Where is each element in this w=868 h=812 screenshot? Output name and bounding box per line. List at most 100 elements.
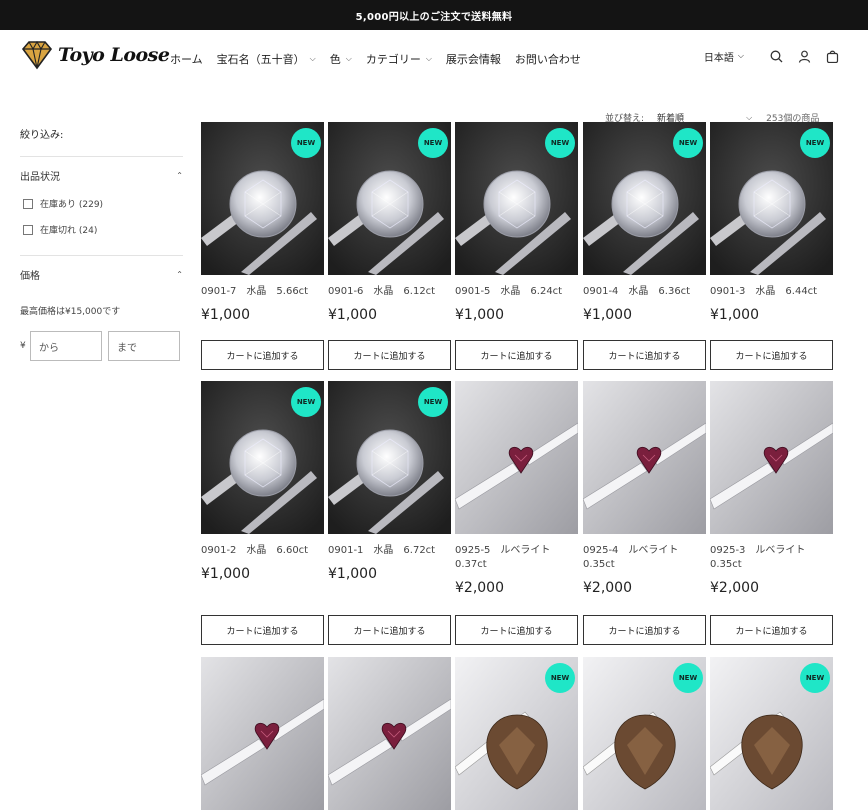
nav-label: ホーム — [170, 53, 203, 66]
placeholder: から — [39, 342, 59, 354]
chevron-down-icon: ⌵ — [345, 54, 352, 63]
cart-icon[interactable] — [824, 48, 840, 64]
filter-out-of-stock[interactable]: 在庫切れ (24) — [20, 223, 183, 236]
add-to-cart-button[interactable]: カートに追加する — [583, 615, 706, 645]
nav-label: お問い合わせ — [514, 53, 581, 66]
language-label: 日本語 — [703, 52, 734, 64]
add-to-cart-button[interactable]: カートに追加する — [328, 615, 451, 645]
product-card[interactable] — [328, 657, 451, 810]
divider — [20, 255, 183, 256]
product-title[interactable]: 0901-1 水晶 6.72ct — [328, 544, 451, 558]
price-from-input[interactable]: から — [30, 331, 102, 361]
checkbox[interactable] — [23, 198, 33, 209]
product-price: ¥1,000 — [201, 566, 250, 582]
product-price: ¥1,000 — [583, 307, 632, 323]
product-title[interactable]: 0925-4 ルベライト 0.35ct — [583, 544, 706, 572]
nav-label: 色 — [329, 53, 341, 66]
brand-logo[interactable]: Toyo Loose — [20, 40, 170, 70]
product-image[interactable]: NEW — [328, 122, 451, 275]
product-card[interactable]: NEW 0901-7 水晶 5.66ct ¥1,000 カートに追加する — [201, 122, 324, 370]
product-card[interactable]: NEW — [710, 657, 833, 810]
product-image[interactable]: NEW — [710, 657, 833, 810]
nav-item-color[interactable]: 色 ⌵ — [330, 51, 352, 67]
add-to-cart-button[interactable]: カートに追加する — [328, 340, 451, 370]
product-card[interactable]: NEW 0901-6 水晶 6.12ct ¥1,000 カートに追加する — [328, 122, 451, 370]
product-image[interactable]: NEW — [201, 381, 324, 534]
language-selector[interactable]: 日本語 ⌵ — [704, 49, 744, 64]
product-title[interactable]: 0901-7 水晶 5.66ct — [201, 285, 324, 299]
price-facet-toggle[interactable]: 価格 ⌃ — [20, 267, 183, 282]
product-image[interactable]: NEW — [583, 657, 706, 810]
new-badge: NEW — [418, 128, 448, 158]
product-image[interactable]: NEW — [455, 122, 578, 275]
facet-label: 価格 — [20, 271, 40, 282]
product-title[interactable]: 0901-6 水晶 6.12ct — [328, 285, 451, 299]
product-title[interactable]: 0925-5 ルベライト 0.37ct — [455, 544, 578, 572]
product-card[interactable]: NEW 0901-3 水晶 6.44ct ¥1,000 カートに追加する — [710, 122, 833, 370]
product-image[interactable]: NEW — [710, 122, 833, 275]
product-card[interactable]: NEW 0901-1 水晶 6.72ct ¥1,000 カートに追加する — [328, 381, 451, 645]
announcement-bar: 5,000円以上のご注文で送料無料 — [0, 0, 868, 30]
product-card[interactable] — [201, 657, 324, 810]
chevron-up-icon: ⌃ — [176, 270, 183, 279]
announcement-text: 5,000円以上のご注文で送料無料 — [355, 11, 513, 23]
product-image[interactable]: NEW — [583, 122, 706, 275]
nav-item-home[interactable]: ホーム — [170, 51, 203, 67]
product-price: ¥1,000 — [328, 566, 377, 582]
new-badge: NEW — [673, 663, 703, 693]
product-image[interactable] — [455, 381, 578, 534]
product-card[interactable]: NEW — [455, 657, 578, 810]
product-title[interactable]: 0901-3 水晶 6.44ct — [710, 285, 833, 299]
search-icon[interactable] — [768, 48, 784, 64]
product-title[interactable]: 0925-3 ルベライト 0.35ct — [710, 544, 833, 572]
product-image[interactable] — [201, 657, 324, 810]
placeholder: まで — [117, 342, 137, 354]
add-to-cart-button[interactable]: カートに追加する — [201, 340, 324, 370]
add-to-cart-button[interactable]: カートに追加する — [455, 615, 578, 645]
product-price: ¥1,000 — [328, 307, 377, 323]
filter-in-stock[interactable]: 在庫あり (229) — [20, 197, 183, 210]
add-to-cart-button[interactable]: カートに追加する — [710, 615, 833, 645]
product-card[interactable]: 0925-5 ルベライト 0.37ct ¥2,000 カートに追加する — [455, 381, 578, 645]
chevron-down-icon: ⌵ — [425, 54, 432, 63]
checkbox[interactable] — [23, 224, 33, 235]
new-badge: NEW — [291, 128, 321, 158]
add-to-cart-button[interactable]: カートに追加する — [710, 340, 833, 370]
nav-item-gem-names[interactable]: 宝石名（五十音） ⌵ — [217, 51, 316, 67]
product-image[interactable]: NEW — [328, 381, 451, 534]
nav-label: カテゴリー — [365, 53, 421, 66]
product-image[interactable] — [583, 381, 706, 534]
add-to-cart-button[interactable]: カートに追加する — [583, 340, 706, 370]
filter-option-label: 在庫切れ (24) — [40, 226, 98, 236]
product-card[interactable]: NEW 0901-2 水晶 6.60ct ¥1,000 カートに追加する — [201, 381, 324, 645]
product-image[interactable] — [710, 381, 833, 534]
product-card[interactable]: NEW 0901-5 水晶 6.24ct ¥1,000 カートに追加する — [455, 122, 578, 370]
product-card[interactable]: 0925-4 ルベライト 0.35ct ¥2,000 カートに追加する — [583, 381, 706, 645]
price-range: ¥ から まで — [20, 331, 183, 361]
nav-item-contact[interactable]: お問い合わせ — [515, 51, 581, 67]
new-badge: NEW — [291, 387, 321, 417]
nav-item-category[interactable]: カテゴリー ⌵ — [366, 51, 432, 67]
chevron-down-icon[interactable]: ⌵ — [746, 113, 752, 123]
nav-label: 宝石名（五十音） — [216, 53, 305, 66]
divider — [20, 156, 183, 157]
product-price: ¥1,000 — [455, 307, 504, 323]
diamond-logo-icon — [21, 40, 53, 70]
product-image[interactable]: NEW — [455, 657, 578, 810]
account-icon[interactable] — [796, 48, 812, 64]
product-card[interactable]: NEW 0901-4 水晶 6.36ct ¥1,000 カートに追加する — [583, 122, 706, 370]
product-title[interactable]: 0901-2 水晶 6.60ct — [201, 544, 324, 558]
product-image[interactable]: NEW — [201, 122, 324, 275]
product-card[interactable]: 0925-3 ルベライト 0.35ct ¥2,000 カートに追加する — [710, 381, 833, 645]
add-to-cart-button[interactable]: カートに追加する — [201, 615, 324, 645]
nav-item-exhibitions[interactable]: 展示会情報 — [446, 51, 501, 67]
product-card[interactable]: NEW — [583, 657, 706, 810]
availability-facet-toggle[interactable]: 出品状況 ⌃ — [20, 168, 183, 183]
site-header: Toyo Loose ホーム 宝石名（五十音） ⌵ 色 ⌵ カテゴリー ⌵ 展示… — [0, 30, 868, 88]
product-title[interactable]: 0901-5 水晶 6.24ct — [455, 285, 578, 299]
add-to-cart-button[interactable]: カートに追加する — [455, 340, 578, 370]
product-image[interactable] — [328, 657, 451, 810]
product-price: ¥2,000 — [710, 580, 759, 596]
product-title[interactable]: 0901-4 水晶 6.36ct — [583, 285, 706, 299]
price-to-input[interactable]: まで — [108, 331, 180, 361]
